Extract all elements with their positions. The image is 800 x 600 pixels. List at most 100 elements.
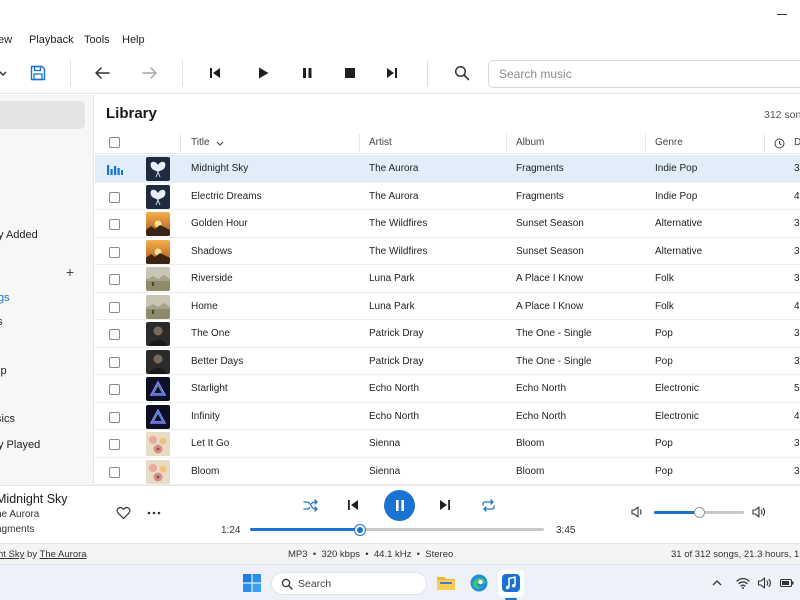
more-options-button[interactable] — [145, 504, 163, 522]
music-app-button[interactable] — [498, 570, 524, 597]
repeat-button[interactable] — [479, 496, 497, 514]
back-button[interactable] — [91, 62, 113, 84]
table-row[interactable]: Better Days Patrick Dray The One - Single P… — [95, 348, 800, 375]
menu-tools[interactable]: Tools — [84, 34, 110, 46]
menu-help[interactable]: Help — [122, 34, 145, 46]
table-row[interactable]: Let It Go Sienna Bloom Pop 3 — [95, 430, 800, 458]
music-app-icon — [502, 574, 520, 592]
row-checkbox[interactable] — [109, 219, 120, 230]
row-checkbox[interactable] — [109, 329, 120, 340]
start-button[interactable] — [242, 573, 262, 593]
menu-playback[interactable]: Playback — [29, 34, 74, 46]
system-volume-button[interactable] — [757, 575, 773, 591]
edge-browser-button[interactable] — [469, 573, 489, 593]
volume-slider[interactable] — [654, 507, 744, 518]
status-artist-link[interactable]: The Aurora — [40, 549, 87, 560]
taskbar-search-label: Search — [298, 578, 332, 590]
player-previous-button[interactable] — [344, 496, 362, 514]
status-track-link[interactable]: ht Sky — [0, 549, 24, 560]
column-header-duration[interactable]: D — [794, 137, 800, 148]
menu-view[interactable]: ew — [0, 34, 12, 46]
player-bar: Midnight Sky he Aurora agments 1:24 3:45 — [0, 485, 800, 543]
status-now-playing[interactable]: ht Sky by The Aurora — [0, 549, 87, 560]
cell-genre: Indie Pop — [655, 190, 698, 202]
column-header-title[interactable]: Title — [191, 137, 210, 148]
table-row[interactable]: Midnight Sky The Aurora Fragments Indie Pop… — [95, 155, 800, 183]
minimize-button[interactable] — [774, 6, 790, 22]
now-playing-equalizer-icon — [107, 165, 123, 175]
search-icon — [281, 578, 293, 590]
taskbar-search[interactable]: Search — [271, 572, 427, 595]
sidebar-item-recently-added[interactable]: y Added — [0, 229, 38, 241]
network-button[interactable] — [735, 575, 751, 591]
save-button[interactable] — [27, 62, 49, 84]
sidebar-item-classics[interactable]: sics — [0, 413, 15, 425]
select-all-checkbox[interactable] — [109, 137, 120, 148]
table-row[interactable]: The One Patrick Dray The One - Single Pop 3 — [95, 320, 800, 348]
row-checkbox[interactable] — [109, 439, 120, 450]
table-row[interactable]: Bloom Sienna Bloom Pop 3 — [95, 458, 800, 485]
cell-artist: The Aurora — [369, 163, 419, 174]
column-header-genre[interactable]: Genre — [655, 137, 683, 148]
cell-album: A Place I Know — [516, 300, 584, 312]
album-art-thumbnail — [146, 157, 170, 181]
cell-genre: Alternative — [655, 218, 703, 229]
show-hidden-icons-button[interactable] — [709, 575, 725, 591]
pause-button[interactable] — [296, 62, 318, 84]
volume-handle[interactable] — [694, 507, 705, 518]
search-button[interactable] — [451, 62, 473, 84]
previous-button[interactable] — [204, 62, 226, 84]
column-header-artist[interactable]: Artist — [369, 137, 392, 148]
sort-chevron-down-icon — [216, 141, 224, 146]
sidebar-item-songs[interactable]: gs — [0, 292, 10, 304]
cell-title: Shadows — [191, 245, 233, 257]
forward-button[interactable] — [139, 62, 161, 84]
chevron-icon — [0, 71, 7, 76]
open-folder-button[interactable] — [0, 62, 14, 84]
next-button[interactable] — [381, 62, 403, 84]
battery-button[interactable] — [779, 575, 795, 591]
play-button[interactable] — [252, 62, 274, 84]
table-row[interactable]: Riverside Luna Park A Place I Know Folk 3 — [95, 265, 800, 293]
sidebar-item-recently-played[interactable]: y Played — [0, 439, 40, 451]
row-checkbox[interactable] — [109, 274, 120, 285]
cell-duration: 4 — [794, 190, 800, 202]
seek-bar[interactable] — [250, 524, 544, 535]
row-checkbox[interactable] — [109, 246, 120, 258]
add-playlist-button[interactable]: + — [63, 265, 77, 279]
player-next-button[interactable] — [436, 496, 454, 514]
column-header-album[interactable]: Album — [516, 137, 544, 148]
cell-artist: Echo North — [369, 383, 420, 394]
favorite-button[interactable] — [114, 504, 132, 522]
cell-artist: Echo North — [369, 410, 420, 422]
shuffle-icon — [302, 498, 318, 512]
status-song-count: 31 of 312 songs, 21.3 hours, 1! — [671, 549, 800, 560]
file-explorer-button[interactable] — [436, 573, 456, 593]
table-row[interactable]: Electric Dreams The Aurora Fragments Indie … — [95, 183, 800, 210]
seek-handle[interactable] — [354, 524, 365, 535]
row-checkbox[interactable] — [109, 191, 120, 203]
sidebar-item-selected[interactable] — [0, 101, 85, 129]
stop-button[interactable] — [339, 62, 361, 84]
table-row[interactable]: Golden Hour The Wildfires Sunset Season Alt… — [95, 210, 800, 238]
now-playing-title: Midnight Sky — [0, 492, 68, 506]
table-row[interactable]: Infinity Echo North Echo North Electronic 4 — [95, 403, 800, 430]
row-checkbox[interactable] — [109, 384, 120, 395]
mute-button[interactable] — [629, 503, 647, 521]
row-checkbox[interactable] — [109, 411, 120, 423]
windows-logo-icon — [243, 574, 261, 592]
shuffle-button[interactable] — [301, 496, 319, 514]
sidebar-item-playlist-1[interactable]: ip — [0, 365, 7, 377]
table-row[interactable]: Home Luna Park A Place I Know Folk 4 — [95, 293, 800, 320]
table-row[interactable]: Shadows The Wildfires Sunset Season Alterna… — [95, 238, 800, 265]
table-row[interactable]: Starlight Echo North Echo North Electronic 5 — [95, 375, 800, 403]
cell-genre: Pop — [655, 465, 673, 477]
row-checkbox[interactable] — [109, 466, 120, 478]
row-checkbox[interactable] — [109, 356, 120, 368]
album-art-thumbnail — [146, 239, 170, 264]
sidebar-item-albums[interactable]: s — [0, 316, 3, 328]
volume-max-button[interactable] — [751, 503, 769, 521]
search-input[interactable] — [499, 61, 789, 87]
play-pause-button[interactable] — [384, 490, 415, 521]
row-checkbox[interactable] — [109, 301, 120, 313]
